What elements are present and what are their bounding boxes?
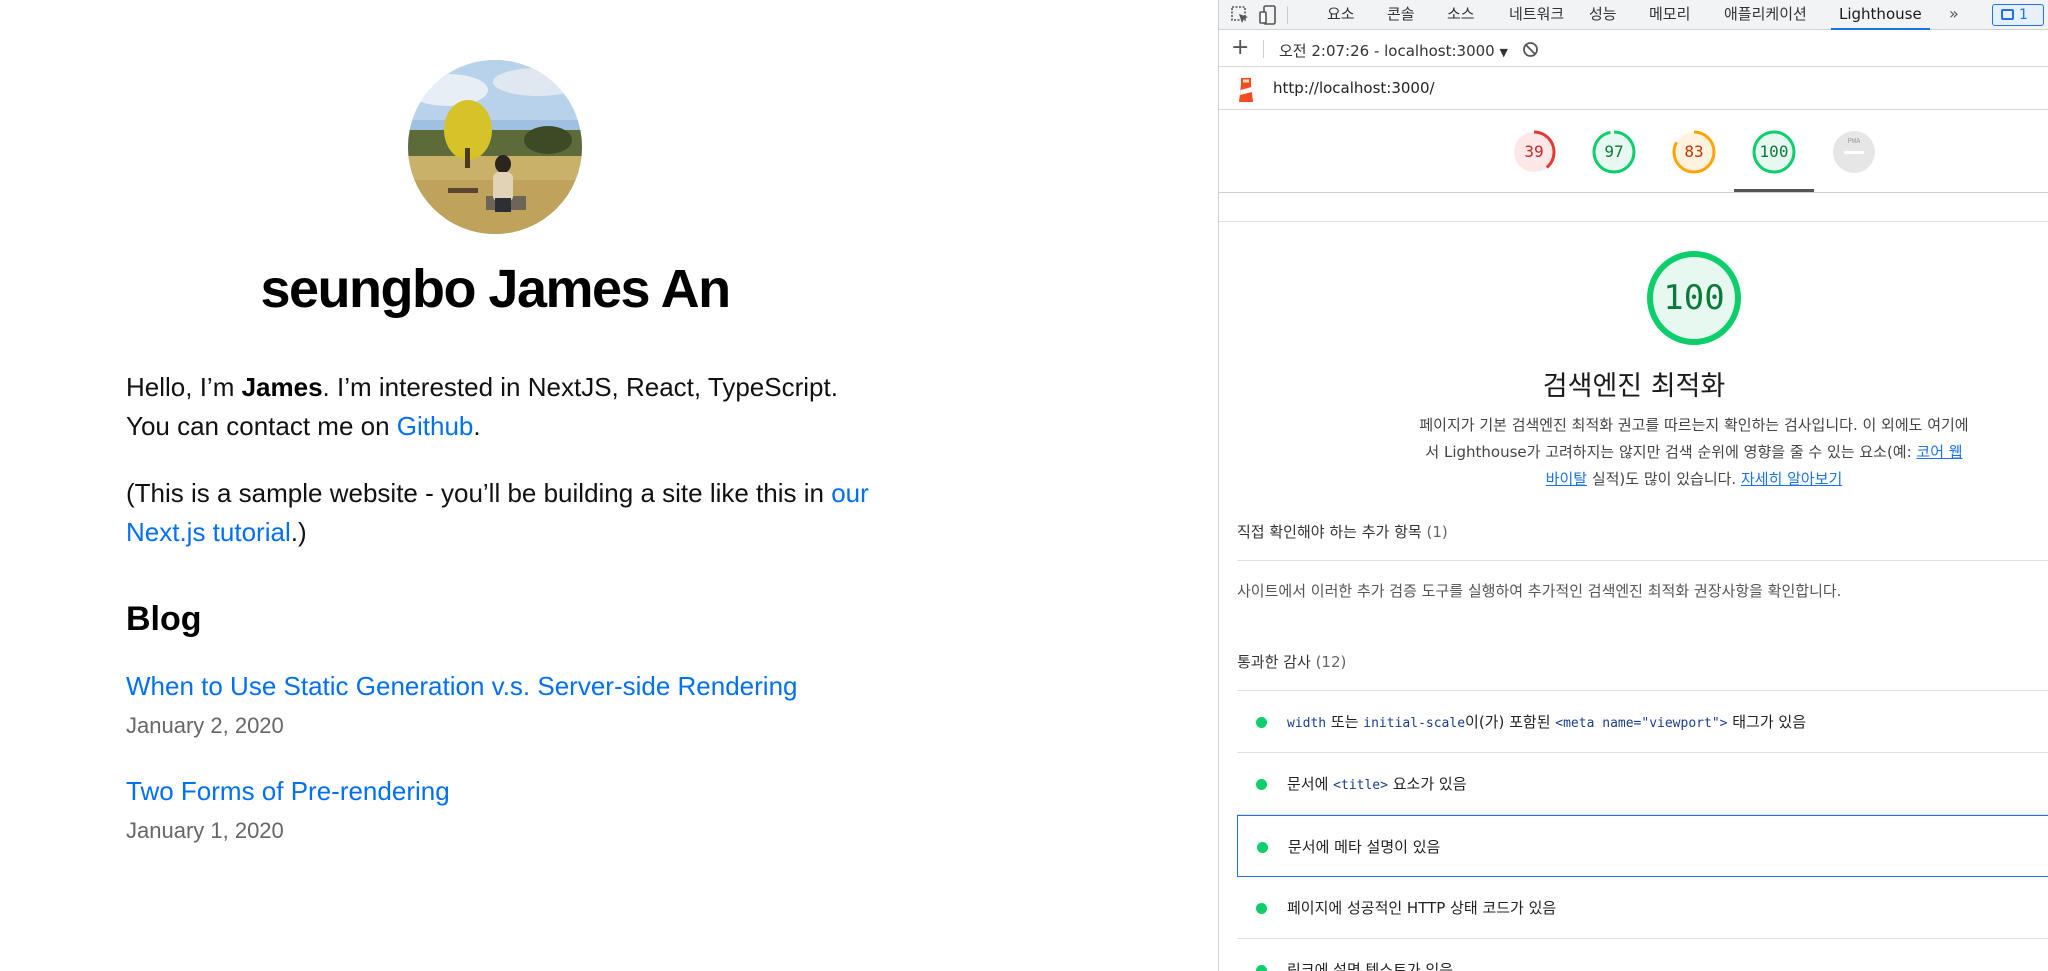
passed-audits-heading[interactable]: 통과한 감사 (12) [1237,651,1346,672]
section-divider [1237,560,2048,561]
gauge-value: 100 [1759,142,1789,161]
audit-code: <meta name="viewport"> [1555,716,1728,731]
audit-title: width 또는 initial-scale이(가) 포함된 <meta nam… [1287,711,1806,732]
gauge-seo[interactable]: 100 [1751,129,1797,175]
category-title: 검색엔진 최적화 [1542,371,1726,402]
audit-title: 문서에 <title> 요소가 있음 [1287,773,1467,794]
clear-reports-icon[interactable] [1522,41,1539,58]
tab-console[interactable]: 콘솔 [1387,0,1415,30]
seo-score-gauge: 100 [1646,250,1742,346]
intro-text: Hello, I’m [126,372,242,402]
gauge-accessibility[interactable]: 97 [1591,129,1637,175]
intro-paragraph: Hello, I’m James. I’m interested in Next… [126,368,886,446]
gauge-value: 39 [1524,142,1544,161]
gauge-best-practices[interactable]: 83 [1671,129,1717,175]
audit-code: <title> [1333,778,1388,793]
audit-text: 또는 [1326,713,1364,731]
audit-code: initial-scale [1363,716,1466,731]
inspect-element-icon[interactable] [1229,4,1251,26]
github-link[interactable]: Github [397,411,474,441]
audit-row-title[interactable]: 문서에 <title> 요소가 있음 [1237,753,2048,815]
lighthouse-logo-icon [1239,78,1253,102]
devtools-panel: 요소 콘솔 소스 네트워크 성능 메모리 애플리케이션 Lighthouse »… [1218,0,2048,971]
seo-score-value: 100 [1663,278,1725,318]
report-url-bar: http://localhost:3000/ [1219,68,2048,110]
tab-application[interactable]: 애플리케이션 [1724,0,1807,30]
tab-sources[interactable]: 소스 [1447,0,1475,30]
pass-indicator [1257,842,1268,853]
tab-memory[interactable]: 메모리 [1649,0,1690,30]
passed-heading-text: 통과한 감사 [1237,653,1311,671]
profile-avatar [408,60,582,234]
audit-title: 문서에 메타 설명이 있음 [1288,838,1441,856]
report-url: http://localhost:3000/ [1273,79,1435,97]
category-desc-text-2: 실적)도 많이 있습니다. [1587,470,1741,488]
blog-post: Two Forms of Pre-rendering January 1, 20… [126,774,450,846]
devtools-tab-bar: 요소 콘솔 소스 네트워크 성능 메모리 애플리케이션 Lighthouse »… [1219,0,2048,30]
audit-text: 이(가) 포함된 [1465,713,1556,731]
category-description: 페이지가 기본 검색엔진 최적화 권고를 따르는지 확인하는 검사입니다. 이 … [1419,412,1969,493]
blog-heading: Blog [126,600,202,638]
gauge-performance[interactable]: 39 [1511,129,1557,175]
device-toolbar-icon[interactable] [1257,4,1279,26]
blog-post-title-link[interactable]: When to Use Static Generation v.s. Serve… [126,671,798,701]
lighthouse-toolbar: + 오전 2:07:26 - localhost:3000 ▼ [1219,31,2048,67]
audit-row-viewport[interactable]: width 또는 initial-scale이(가) 포함된 <meta nam… [1237,691,2048,753]
audit-code: width [1287,716,1327,731]
gauge-value: PWA [1847,137,1861,145]
sample-paragraph: (This is a sample website - you’ll be bu… [126,474,886,552]
pass-indicator [1256,903,1267,914]
gauge-value: 97 [1604,142,1624,161]
pass-indicator [1256,717,1267,728]
selected-gauge-indicator [1734,189,1814,192]
audit-text: 요소가 있음 [1387,775,1467,793]
website-page: seungbo James An Hello, I’m James. I’m i… [0,0,1218,971]
gauge-pwa[interactable]: PWA [1831,129,1877,175]
site-title: seungbo James An [260,259,731,319]
tab-performance[interactable]: 성능 [1589,0,1617,30]
blog-post-date: January 2, 2020 [126,713,284,738]
audit-row-meta-description[interactable]: 문서에 메타 설명이 있음 [1237,815,2048,877]
pass-indicator [1256,965,1267,971]
category-gauges: 39 97 83 100 PWA [1219,111,2048,193]
gauge-value: 83 [1684,142,1704,161]
blog-post-title-link[interactable]: Two Forms of Pre-rendering [126,776,450,806]
audit-text: 문서에 [1287,775,1334,793]
issues-count: 1 [2019,7,2028,23]
passed-count: (12) [1315,653,1347,671]
tab-lighthouse[interactable]: Lighthouse [1831,0,1930,30]
pass-indicator [1256,779,1267,790]
report-selector[interactable]: 오전 2:07:26 - localhost:3000 ▼ [1279,40,1508,61]
dropdown-arrow-icon: ▼ [1499,46,1508,59]
report-selector-label: 오전 2:07:26 - localhost:3000 [1279,42,1495,60]
manual-count: (1) [1426,523,1448,541]
audit-row-link-text[interactable]: 링크에 설명 텍스트가 있음 [1237,939,2048,971]
manual-checks-heading[interactable]: 직접 확인해야 하는 추가 항목 (1) [1237,521,1448,542]
more-tabs-icon[interactable]: » [1949,0,1959,30]
issues-badge[interactable]: 1 [1992,4,2044,26]
intro-name: James [241,372,323,402]
category-desc-text: 페이지가 기본 검색엔진 최적화 권고를 따르는지 확인하는 검사입니다. 이 … [1419,416,1969,461]
learn-more-link[interactable]: 자세히 알아보기 [1741,470,1842,488]
profile-photo [408,60,582,234]
sample-end: .) [290,517,307,547]
audit-text: 태그가 있음 [1727,713,1807,731]
report-spacer [1219,193,2048,222]
audit-title: 링크에 설명 텍스트가 있음 [1287,961,1454,971]
tab-network[interactable]: 네트워크 [1509,0,1564,30]
message-icon [2001,9,2014,20]
sample-text: (This is a sample website - you’ll be bu… [126,478,832,508]
tab-elements[interactable]: 요소 [1327,0,1355,30]
toolbar-divider [1263,40,1264,58]
blog-post-date: January 1, 2020 [126,818,284,843]
manual-heading-text: 직접 확인해야 하는 추가 항목 [1237,523,1422,541]
audit-row-http-status[interactable]: 페이지에 성공적인 HTTP 상태 코드가 있음 [1237,877,2048,939]
toolbar-divider [1287,6,1288,24]
manual-checks-description: 사이트에서 이러한 추가 검증 도구를 실행하여 추가적인 검색엔진 최적화 권… [1237,582,1842,600]
blog-post: When to Use Static Generation v.s. Serve… [126,669,798,741]
new-report-icon[interactable]: + [1231,35,1249,60]
audit-title: 페이지에 성공적인 HTTP 상태 코드가 있음 [1287,899,1557,917]
intro-end: . [473,411,481,441]
